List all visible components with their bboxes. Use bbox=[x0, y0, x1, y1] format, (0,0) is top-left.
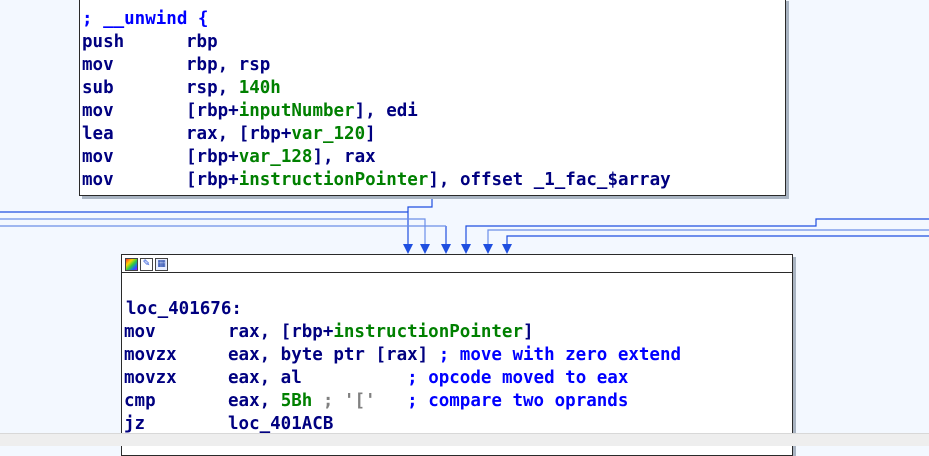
asm-comment: ; __unwind { bbox=[82, 9, 209, 29]
asm-operand: ] bbox=[523, 322, 534, 342]
graph-icon[interactable]: ▦ bbox=[155, 257, 168, 271]
edge-left-1 bbox=[0, 211, 409, 250]
code-block-loc-401676[interactable]: ✎ ▦ loc_401676: mov rax, [rbp+instruction… bbox=[121, 254, 793, 456]
arrow-4 bbox=[461, 244, 471, 254]
asm-mnemonic: mov bbox=[82, 170, 114, 190]
edge-top-out bbox=[407, 194, 433, 212]
arrow-2 bbox=[420, 244, 430, 254]
asm-mnemonic: mov bbox=[124, 322, 156, 342]
asm-mnemonic: mov bbox=[82, 55, 114, 75]
asm-operand: ], offset _1_fac_$array bbox=[428, 170, 671, 190]
rename-icon[interactable]: ✎ bbox=[140, 257, 153, 271]
asm-operand: rbp, rsp bbox=[186, 55, 271, 75]
graph-view[interactable]: ; __unwind { push rbp mov rbp, rsp sub rsp, 14… bbox=[0, 0, 929, 456]
asm-operand: 140h bbox=[238, 78, 281, 98]
asm-operand: rax, [rbp+ bbox=[228, 322, 334, 342]
node-header: ✎ ▦ bbox=[122, 255, 792, 273]
asm-operand[interactable]: inputNumber bbox=[239, 101, 355, 121]
asm-mnemonic: mov bbox=[82, 101, 114, 121]
asm-line[interactable]: cmp eax, 5Bh ; '[' ; compare two oprands bbox=[124, 390, 792, 413]
asm-operand: ; '[' bbox=[312, 391, 397, 411]
asm-operand: [rbp+ bbox=[186, 170, 239, 190]
color-icon[interactable] bbox=[125, 257, 138, 271]
asm-operand: ; opcode moved to eax bbox=[407, 368, 629, 388]
arrow-5 bbox=[483, 244, 493, 254]
asm-operand[interactable]: instructionPointer bbox=[239, 170, 429, 190]
asm-mnemonic: push bbox=[82, 32, 125, 52]
asm-line[interactable]: push rbp bbox=[82, 31, 785, 54]
asm-operand: [rbp+ bbox=[186, 147, 239, 167]
asm-line[interactable]: mov [rbp+inputNumber], edi bbox=[82, 100, 785, 123]
asm-mnemonic: lea bbox=[82, 124, 114, 144]
asm-operand: rax, [rbp+ bbox=[186, 124, 292, 144]
arrow-1 bbox=[403, 244, 413, 254]
asm-mnemonic: cmp bbox=[124, 391, 156, 411]
asm-operand: eax, byte ptr [rax] bbox=[228, 345, 439, 365]
asm-line[interactable]: mov [rbp+var_128], rax bbox=[82, 146, 785, 169]
asm-line[interactable]: sub rsp, 140h bbox=[82, 77, 785, 100]
asm-operand: 5Bh bbox=[280, 391, 313, 411]
asm-line[interactable]: movzx eax, al ; opcode moved to eax bbox=[124, 367, 792, 390]
arrow-6 bbox=[502, 244, 512, 254]
asm-operand: [rbp+ bbox=[186, 101, 239, 121]
asm-operand: ] bbox=[365, 124, 376, 144]
asm-operand: rsp, bbox=[186, 78, 239, 98]
asm-line[interactable]: mov [rbp+instructionPointer], offset _1_f… bbox=[82, 169, 785, 192]
asm-mnemonic: mov bbox=[82, 147, 114, 167]
asm-operand: ; compare two oprands bbox=[396, 391, 629, 411]
edge-lines bbox=[0, 194, 929, 250]
code-lines: loc_401676: mov rax, [rbp+instructionPoin… bbox=[122, 273, 792, 436]
code-block-entry[interactable]: ; __unwind { push rbp mov rbp, rsp sub rsp, 14… bbox=[79, 0, 786, 196]
asm-operand[interactable]: instructionPointer bbox=[333, 322, 523, 342]
asm-operand[interactable]: var_120 bbox=[291, 124, 365, 144]
asm-operand: ; move with zero extend bbox=[438, 345, 682, 365]
asm-line[interactable]: lea rax, [rbp+var_120] bbox=[82, 123, 785, 146]
edge-right-2 bbox=[487, 229, 929, 250]
asm-operand: ], rax bbox=[312, 147, 376, 167]
asm-line[interactable]: ; __unwind { bbox=[82, 8, 785, 31]
code-lines: ; __unwind { push rbp mov rbp, rsp sub rsp, 14… bbox=[80, 0, 785, 192]
asm-operand: eax, bbox=[228, 391, 281, 411]
block-label[interactable]: loc_401676: bbox=[126, 298, 792, 321]
edge-arrows bbox=[403, 244, 512, 254]
asm-mnemonic: sub bbox=[82, 78, 114, 98]
asm-line[interactable]: mov rax, [rbp+instructionPointer] bbox=[124, 321, 792, 344]
bottom-bar bbox=[0, 433, 929, 446]
edge-right-1 bbox=[465, 218, 929, 250]
asm-line[interactable]: movzx eax, byte ptr [rax] ; move with zer… bbox=[124, 344, 792, 367]
asm-operand[interactable]: var_128 bbox=[239, 147, 313, 167]
edge-left-2 bbox=[0, 218, 426, 250]
asm-operand: loc_401ACB bbox=[228, 414, 334, 434]
edge-right-3 bbox=[506, 235, 929, 250]
asm-operand: ], edi bbox=[354, 101, 418, 121]
asm-mnemonic: movzx bbox=[124, 345, 177, 365]
asm-operand: eax, al bbox=[228, 368, 408, 388]
asm-operand: rbp bbox=[186, 32, 218, 52]
asm-mnemonic: movzx bbox=[124, 368, 177, 388]
asm-line[interactable]: mov rbp, rsp bbox=[82, 54, 785, 77]
arrow-3 bbox=[441, 244, 451, 254]
